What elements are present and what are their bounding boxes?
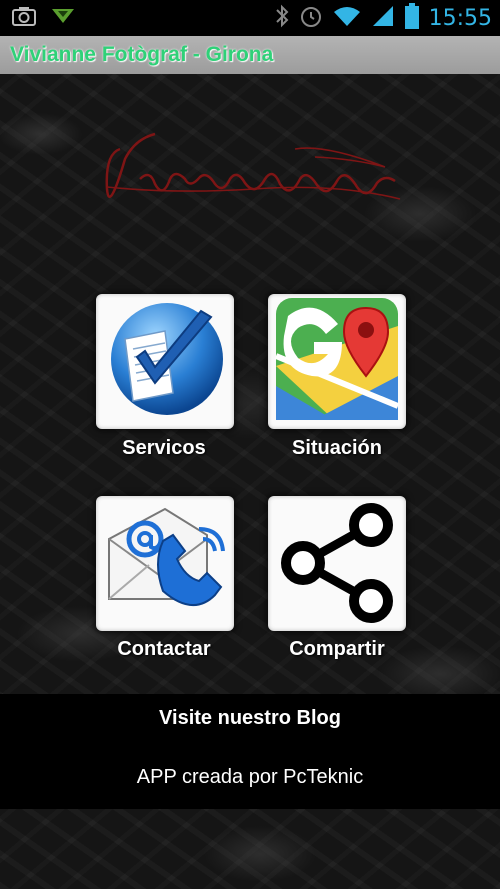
wifi-icon <box>333 5 361 32</box>
google-maps-icon <box>274 296 400 427</box>
blog-link[interactable]: Visite nuestro Blog <box>0 707 500 730</box>
compartir-label: Compartir <box>289 638 385 660</box>
status-bar: 15:55 <box>0 0 500 36</box>
footer: Visite nuestro Blog APP creada por PcTek… <box>0 694 500 809</box>
situacion-label: Situación <box>291 437 382 459</box>
servicos-button[interactable] <box>96 294 234 429</box>
document-check-icon <box>103 297 227 426</box>
title-bar: Vivianne Fotògraf - Girona <box>0 36 500 74</box>
camera-icon <box>12 6 36 31</box>
servicos-label: Servicos <box>122 437 206 459</box>
share-icon <box>275 499 399 628</box>
contactar-label: Contactar <box>117 638 211 660</box>
vivianne-logo <box>105 132 401 200</box>
battery-icon <box>404 2 419 34</box>
status-clock: 15:55 <box>428 5 492 31</box>
compartir-button[interactable] <box>268 496 406 631</box>
email-phone-icon <box>103 499 227 628</box>
situacion-button[interactable] <box>268 294 406 429</box>
credit-text: APP creada por PcTeknic <box>136 766 364 788</box>
signal-icon <box>371 4 395 33</box>
alarm-icon <box>299 4 323 33</box>
download-icon <box>50 7 76 30</box>
main-content: Servicos Situación Contactar Compartir V… <box>0 74 500 889</box>
contactar-button[interactable] <box>96 496 234 631</box>
app-title: Vivianne Fotògraf - Girona <box>10 43 274 66</box>
bluetooth-icon <box>275 4 289 33</box>
